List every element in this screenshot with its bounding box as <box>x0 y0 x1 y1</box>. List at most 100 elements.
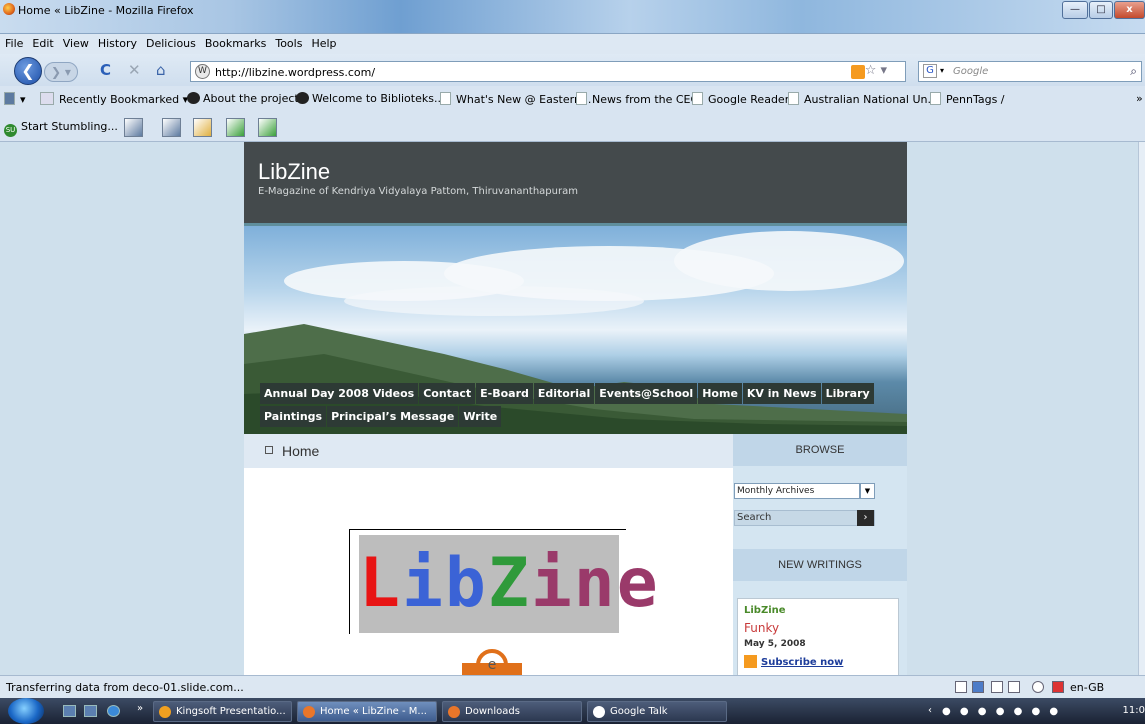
tray-chevron-icon[interactable]: ‹ <box>928 705 932 716</box>
subscribe-link[interactable]: Subscribe now <box>744 655 843 668</box>
tray-icons[interactable]: ● ● ● ● ● ● ● <box>942 706 1061 717</box>
google-talk-icon <box>593 706 605 718</box>
menu-file[interactable]: File <box>0 34 27 50</box>
thumbs-down-icon[interactable] <box>162 118 181 137</box>
back-button[interactable]: ❮ <box>14 57 42 85</box>
search-icon[interactable]: ⌕ <box>1130 64 1137 79</box>
menu-bookmarks[interactable]: Bookmarks <box>200 34 270 50</box>
search-placeholder: Google <box>953 66 989 77</box>
heading-bullet-icon <box>265 446 273 454</box>
writing-title[interactable]: LibZine <box>744 605 786 616</box>
search-box[interactable]: G ▾ Google ⌕ <box>918 61 1142 82</box>
writing-subtitle[interactable]: Funky <box>744 621 779 635</box>
navigation-toolbar: ❮ ❯ ▾ C ✕ ⌂ W http://libzine.wordpress.c… <box>0 54 1145 86</box>
logo-letter: i <box>401 544 445 623</box>
start-button[interactable] <box>8 698 44 724</box>
bookmark-google-reader[interactable]: Google Reader <box>692 92 789 106</box>
internet-explorer-icon[interactable] <box>107 705 120 717</box>
nav-library[interactable]: Library <box>821 383 874 404</box>
url-text: http://libzine.wordpress.com/ <box>215 66 376 79</box>
bookmark-penntags[interactable]: PennTags / <box>930 92 1005 106</box>
menu-history[interactable]: History <box>93 34 141 50</box>
nav-annual-day-2008-videos[interactable]: Annual Day 2008 Videos <box>260 383 419 404</box>
pin-icon[interactable] <box>1032 681 1044 693</box>
swap-icon <box>296 92 309 104</box>
send-page-icon[interactable] <box>193 118 212 137</box>
minimize-button[interactable]: — <box>1062 1 1088 19</box>
bookmark-whats-new-eastern[interactable]: What's New @ Eastern... <box>440 92 591 106</box>
addon-icon[interactable] <box>955 681 967 693</box>
nav-principals-message[interactable]: Principal’s Message <box>327 406 459 427</box>
rss-feed-icon[interactable] <box>851 65 865 79</box>
task-kingsoft-presentation[interactable]: Kingsoft Presentatio... <box>153 701 292 722</box>
site-title[interactable]: LibZine <box>258 159 330 185</box>
bookmark-australian-national[interactable]: Australian National Un... <box>788 92 938 106</box>
writing-date: May 5, 2008 <box>744 639 806 649</box>
firefox-icon <box>448 706 460 718</box>
more-quicklaunch-chevron-icon[interactable]: » <box>137 703 143 714</box>
menu-tools[interactable]: Tools <box>270 34 306 50</box>
maximize-button[interactable]: □ <box>1089 1 1113 19</box>
page-viewport: LibZine E-Magazine of Kendriya Vidyalaya… <box>0 142 1138 675</box>
menu-help[interactable]: Help <box>306 34 340 50</box>
e-library-logo-icon: e <box>462 649 522 675</box>
nav-contact[interactable]: Contact <box>419 383 476 404</box>
add-page-icon[interactable] <box>226 118 245 137</box>
chevron-down-icon[interactable]: ▼ <box>860 483 875 499</box>
vertical-scrollbar[interactable] <box>1138 142 1145 675</box>
page-title: Home <box>282 443 320 459</box>
logo-letter: e <box>616 544 660 623</box>
menu-view[interactable]: View <box>58 34 93 50</box>
bookmark-star-icon[interactable]: ☆ ▾ <box>865 63 887 78</box>
show-desktop-icon[interactable] <box>63 705 76 717</box>
address-bar[interactable]: W http://libzine.wordpress.com/ ☆ ▾ <box>190 61 906 82</box>
bookmark-welcome-to-biblioteks[interactable]: Welcome to Biblioteks... <box>296 92 444 105</box>
nav-events-at-school[interactable]: Events@School <box>595 383 698 404</box>
nav-kv-in-news[interactable]: KV in News <box>742 383 821 404</box>
menu-delicious[interactable]: Delicious <box>141 34 200 50</box>
task-google-talk[interactable]: Google Talk <box>587 701 727 722</box>
task-downloads[interactable]: Downloads <box>442 701 582 722</box>
more-bookmarks-chevron-icon[interactable]: » <box>1136 92 1143 105</box>
add-tag-icon[interactable] <box>258 118 277 137</box>
stop-icon[interactable]: ✕ <box>128 62 141 78</box>
bookmark-news-from-the-ceo[interactable]: News from the CEO <box>576 92 699 106</box>
site-nav: Annual Day 2008 Videos Contact E-Board Edit… <box>260 383 900 429</box>
bookmarks-menu-icon[interactable]: ▾ <box>4 92 26 106</box>
locale-text[interactable]: en-GB <box>1070 681 1104 694</box>
nav-e-board[interactable]: E-Board <box>476 383 533 404</box>
nav-write[interactable]: Write <box>459 406 502 427</box>
site-description: E-Magazine of Kendriya Vidyalaya Pattom,… <box>258 186 578 197</box>
reload-icon[interactable]: C <box>100 62 111 78</box>
system-tray: ‹ ● ● ● ● ● ● ● 11:0 <box>920 702 1145 722</box>
switch-windows-icon[interactable] <box>84 705 97 717</box>
home-icon[interactable]: ⌂ <box>156 62 166 78</box>
sidebar-search[interactable]: Search › <box>734 510 875 526</box>
search-go-button[interactable]: › <box>857 510 874 526</box>
engine-dropdown-icon[interactable]: ▾ <box>940 66 944 75</box>
nav-paintings[interactable]: Paintings <box>260 406 327 427</box>
logo-letter: Z <box>487 544 531 623</box>
close-button[interactable]: x <box>1114 1 1145 19</box>
menu-edit[interactable]: Edit <box>27 34 57 50</box>
forward-button[interactable]: ❯ ▾ <box>44 62 78 82</box>
clock[interactable]: 11:0 <box>1123 705 1145 716</box>
nav-home[interactable]: Home <box>698 383 742 404</box>
google-search-engine-icon[interactable]: G <box>923 64 937 78</box>
monthly-archives-select[interactable]: Monthly Archives <box>734 483 860 499</box>
stumbleupon-icon: SU <box>4 124 17 137</box>
bookmark-recently-bookmarked[interactable]: Recently Bookmarked ▾ <box>40 92 188 106</box>
grid-icon[interactable] <box>972 681 984 693</box>
flag-icon[interactable] <box>1052 681 1064 693</box>
bookmark-about-the-project[interactable]: About the project <box>187 92 299 105</box>
taskbar: » Kingsoft Presentatio... Home « LibZine… <box>0 698 1145 724</box>
thumbs-up-icon[interactable] <box>124 118 143 137</box>
nav-editorial[interactable]: Editorial <box>533 383 595 404</box>
task-firefox-libzine[interactable]: Home « LibZine - M... <box>297 701 437 722</box>
start-stumbling-button[interactable]: SU Start Stumbling... <box>4 120 118 137</box>
gp-icon[interactable] <box>1008 681 1020 693</box>
page-heading-bar: Home <box>244 434 733 468</box>
menu-bar: File Edit View History Delicious Bookmarks Too… <box>0 34 1145 54</box>
mail-icon[interactable] <box>991 681 1003 693</box>
status-text: Transferring data from deco-01.slide.com… <box>6 681 244 694</box>
